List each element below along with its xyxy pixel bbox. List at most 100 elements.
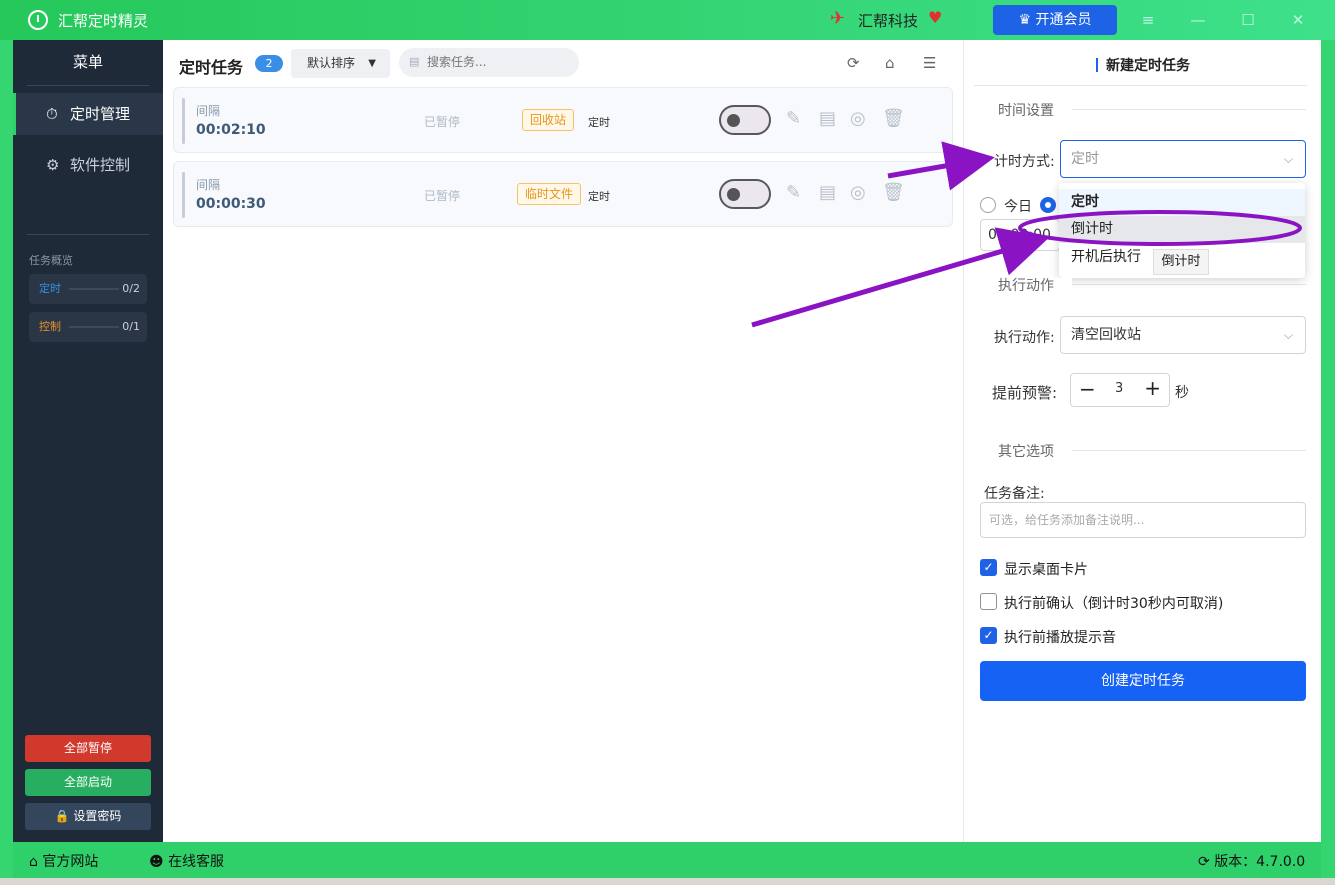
overview-progress-bar (69, 288, 119, 290)
support-label: 在线客服 (168, 854, 225, 870)
vip-button-label: 开通会员 (1035, 12, 1092, 28)
set-password-button[interactable]: 🔒 设置密码 (25, 803, 151, 830)
play-sound-checkbox[interactable]: ✓ (980, 627, 997, 644)
search-input[interactable] (399, 48, 579, 77)
sidebar-item-label: 定时管理 (70, 105, 131, 123)
sidebar: 菜单 ⏱ 定时管理 ⚙ 软件控制 任务概览 定时 0/2 控制 0/1 全部暂停 全… (13, 40, 163, 842)
search-icon: ▤ (409, 55, 420, 68)
log-icon[interactable]: ☰ (923, 54, 936, 72)
new-task-title: 新建定时任务 (964, 55, 1322, 75)
note-label: 任务备注: (984, 486, 1045, 502)
task-type: 定时 (588, 190, 610, 203)
window-border-left (0, 40, 13, 878)
task-row[interactable]: 间隔 00:02:10 已暂停 回收站 定时 ✎ ▤ ◎ 🗑 (173, 87, 953, 153)
support-link[interactable]: ☻ 在线客服 (149, 851, 224, 871)
warning-stepper: − 3 + (1070, 373, 1170, 407)
sidebar-item-software-control[interactable]: ⚙ 软件控制 (13, 144, 163, 186)
heart-icon: ♥ (928, 8, 943, 27)
copy-icon[interactable]: ▤ (819, 108, 836, 129)
task-list-panel: 定时任务 2 默认排序 ▼ ▤ ⟳ ⌂ ☰ 间隔 00:02:10 已暂停 回收… (163, 40, 963, 842)
section-title: 时间设置 (980, 103, 1072, 119)
start-all-button[interactable]: 全部启动 (25, 769, 151, 796)
task-list-title: 定时任务 (179, 58, 244, 77)
overview-label: 定时 (39, 282, 61, 295)
refresh-icon[interactable]: ⟳ (847, 54, 860, 72)
divider (27, 234, 149, 235)
section-title: 其它选项 (980, 444, 1072, 460)
action-value: 清空回收站 (1071, 327, 1141, 343)
sidebar-item-timer-management[interactable]: ⏱ 定时管理 (13, 93, 163, 135)
dropdown-option-timer[interactable]: 定时 (1059, 189, 1305, 216)
maximize-icon[interactable]: ☐ (1233, 8, 1263, 32)
task-indicator (182, 98, 185, 144)
section-other-options: 其它选项 (980, 441, 1306, 460)
task-time: 00:02:10 (196, 122, 266, 138)
sync-icon: ⟳ (1198, 854, 1210, 870)
home-icon: ⌂ (29, 854, 38, 870)
action-label: 执行动作: (994, 330, 1055, 346)
edit-icon[interactable]: ✎ (786, 108, 801, 129)
dropdown-option-countdown[interactable]: 倒计时 (1059, 216, 1305, 243)
gear-icon: ⚙ (46, 156, 60, 174)
task-type: 定时 (588, 116, 610, 129)
tooltip: 倒计时 (1153, 249, 1209, 275)
delete-icon[interactable]: 🗑 (882, 182, 905, 203)
timing-mode-label: 计时方式: (994, 154, 1055, 170)
task-row[interactable]: 间隔 00:00:30 已暂停 临时文件 定时 ✎ ▤ ◎ 🗑 (173, 161, 953, 227)
delete-icon[interactable]: 🗑 (882, 108, 905, 129)
task-action-tag: 临时文件 (517, 183, 582, 205)
task-indicator (182, 172, 185, 218)
confirm-before-run-checkbox[interactable] (980, 593, 997, 610)
task-toggle[interactable] (719, 105, 771, 135)
radio-specific-date[interactable] (1040, 197, 1056, 213)
warning-label: 提前预警: (992, 384, 1058, 402)
create-task-button[interactable]: 创建定时任务 (980, 661, 1306, 701)
copy-icon[interactable]: ▤ (819, 182, 836, 203)
task-count-badge: 2 (255, 55, 283, 72)
time-input[interactable]: 00:00:00 (980, 219, 1060, 251)
run-icon[interactable]: ◎ (850, 182, 866, 203)
note-input[interactable]: 可选，给任务添加备注说明... (980, 502, 1306, 538)
plus-icon[interactable]: + (1144, 376, 1161, 400)
website-label: 官方网站 (42, 854, 99, 870)
task-mode: 间隔 (196, 178, 221, 192)
new-task-panel: 新建定时任务 时间设置 计时方式: 定时 ⌵ 今日 00:00:00 执行动作 … (963, 40, 1321, 842)
overview-title: 任务概览 (29, 254, 73, 267)
pause-all-button[interactable]: 全部暂停 (25, 735, 151, 762)
task-toggle[interactable] (719, 179, 771, 209)
show-desktop-card-checkbox[interactable]: ✓ (980, 559, 997, 576)
sort-dropdown[interactable]: 默认排序 ▼ (291, 49, 390, 78)
action-select[interactable]: 清空回收站 ⌵ (1060, 316, 1306, 354)
clock-icon: ⏱ (46, 105, 58, 123)
divider (974, 85, 1307, 86)
vip-button[interactable]: ♛ 开通会员 (993, 5, 1117, 35)
chevron-down-icon: ⌵ (1283, 328, 1293, 342)
set-password-label: 设置密码 (73, 809, 122, 823)
checkbox-label: 执行前播放提示音 (1004, 630, 1116, 646)
close-icon[interactable]: ✕ (1283, 8, 1313, 32)
menu-icon[interactable]: ≡ (1133, 8, 1163, 32)
window-border-right (1321, 40, 1335, 878)
task-action-tag: 回收站 (522, 109, 575, 131)
minimize-icon[interactable]: — (1183, 8, 1213, 32)
run-icon[interactable]: ◎ (850, 108, 866, 129)
minus-icon[interactable]: − (1079, 377, 1096, 401)
website-link[interactable]: ⌂ 官方网站 (29, 851, 98, 871)
task-status: 已暂停 (424, 115, 461, 129)
timing-mode-select[interactable]: 定时 ⌵ (1060, 140, 1306, 178)
overview-label: 控制 (39, 320, 61, 333)
task-time: 00:00:30 (196, 196, 266, 212)
sidebar-title: 菜单 (72, 53, 103, 71)
version-label: 版本：4.7.0.0 (1214, 854, 1306, 870)
divider (27, 85, 149, 86)
warning-value[interactable]: 3 (1115, 381, 1123, 396)
export-icon[interactable]: ⌂ (885, 54, 895, 72)
radio-today-label: 今日 (1004, 199, 1032, 215)
warning-unit: 秒 (1175, 385, 1189, 401)
edit-icon[interactable]: ✎ (786, 182, 801, 203)
checkbox-label: 执行前确认（倒计时30秒内可取消) (1004, 596, 1224, 612)
overview-control-row: 控制 0/1 (29, 312, 147, 342)
brand-logo-icon: ✈ (830, 8, 846, 29)
radio-today[interactable] (980, 197, 996, 213)
support-icon: ☻ (149, 854, 164, 870)
